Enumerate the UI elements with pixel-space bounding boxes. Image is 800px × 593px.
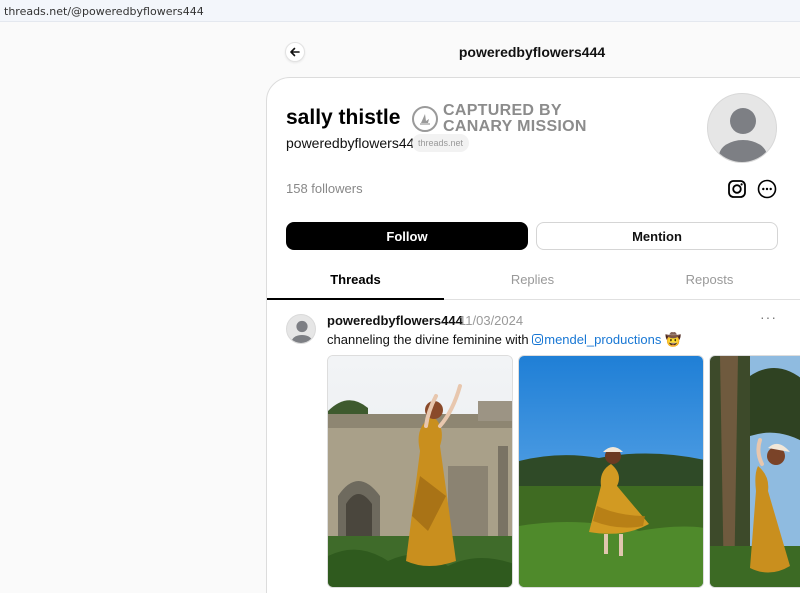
stamp-line-2: CANARY MISSION <box>443 118 587 135</box>
browser-url-bar[interactable]: threads.net/@poweredbyflowers444 <box>0 0 800 22</box>
stamp-line-1: CAPTURED BY <box>443 102 562 119</box>
instagram-icon[interactable] <box>727 179 747 199</box>
post-text: channeling the divine feminine with mend… <box>327 332 681 348</box>
mention-link-label: mendel_productions <box>544 332 662 347</box>
tab-reposts[interactable]: Reposts <box>621 272 798 287</box>
arrow-left-icon <box>290 47 300 57</box>
post-username[interactable]: poweredbyflowers444 <box>327 313 463 328</box>
profile-avatar[interactable] <box>707 93 777 163</box>
post-text-body: channeling the divine feminine with <box>327 332 533 347</box>
tab-threads[interactable]: Threads <box>267 272 444 287</box>
post-timestamp[interactable]: 11/03/2024 <box>459 313 523 328</box>
profile-handle: poweredbyflowers444 <box>286 135 423 151</box>
tab-replies[interactable]: Replies <box>444 272 621 287</box>
default-avatar-icon <box>719 108 767 162</box>
post-photo-1[interactable] <box>327 355 513 588</box>
more-circle-icon[interactable] <box>757 179 777 199</box>
instagram-icon <box>532 334 544 345</box>
page-title: poweredbyflowers444 <box>458 44 606 60</box>
follow-button[interactable]: Follow <box>286 222 528 250</box>
watermark-stamp: CAPTURED BY CANARY MISSION <box>443 103 587 135</box>
post-photo-2[interactable] <box>518 355 704 588</box>
domain-badge[interactable]: threads.net <box>412 134 470 152</box>
canary-stamp-icon <box>412 106 438 132</box>
profile-display-name: sally thistle <box>286 106 401 129</box>
post-more-button[interactable]: ··· <box>760 309 777 325</box>
active-tab-indicator <box>267 298 444 300</box>
post-avatar[interactable] <box>286 314 316 344</box>
post-photo-3[interactable] <box>709 355 800 588</box>
followers-count[interactable]: 158 followers <box>286 181 363 196</box>
mention-link[interactable]: mendel_productions <box>532 332 661 347</box>
mention-button[interactable]: Mention <box>536 222 778 250</box>
cowboy-emoji-icon: 🤠 <box>664 332 682 347</box>
back-button[interactable] <box>285 42 305 62</box>
